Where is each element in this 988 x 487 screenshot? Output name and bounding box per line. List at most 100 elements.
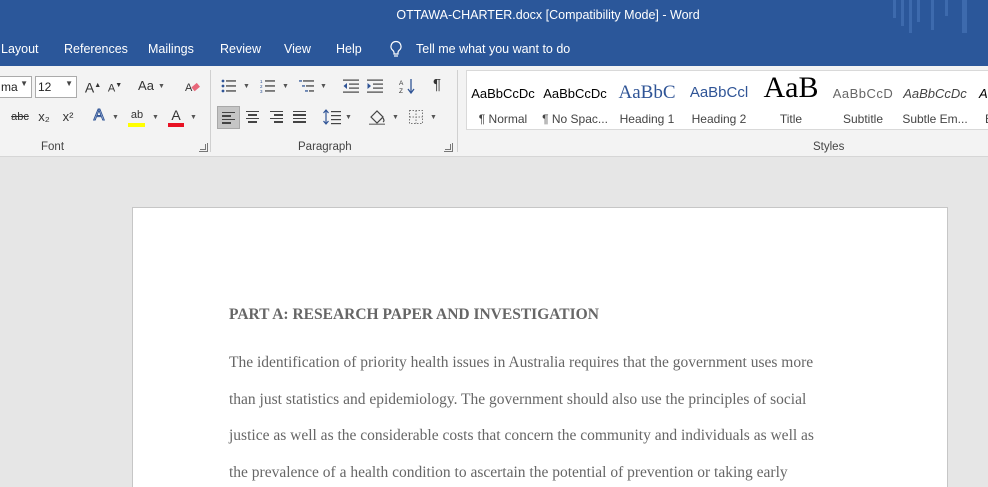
style-sample: AaBbC bbox=[618, 82, 676, 103]
eraser-icon: A bbox=[185, 82, 200, 94]
superscript-button[interactable]: x² bbox=[58, 107, 78, 129]
styles-gallery: AaBbCcDc ¶ Normal AaBbCcDc ¶ No Spac... … bbox=[466, 70, 988, 130]
highlighter-icon: ab bbox=[130, 109, 144, 121]
paragraph-line: the prevalence of a health condition to … bbox=[229, 464, 788, 482]
document-page[interactable]: PART A: RESEARCH PAPER AND INVESTIGATION… bbox=[132, 207, 948, 487]
chevron-down-icon: ▼ bbox=[392, 114, 399, 121]
style-name: Heading 1 bbox=[619, 112, 675, 126]
svg-text:A: A bbox=[399, 80, 404, 87]
font-dialog-launcher[interactable] bbox=[199, 143, 208, 152]
pilcrow-icon: ¶ bbox=[432, 76, 442, 93]
titlebar-decoration bbox=[962, 0, 967, 33]
borders-button[interactable] bbox=[406, 106, 426, 128]
sort-icon: AZ bbox=[399, 79, 415, 95]
style-sample: A bbox=[979, 86, 988, 101]
window-title: OTTAWA-CHARTER.docx [Compatibility Mode]… bbox=[396, 8, 700, 22]
style-sample: AaBbCcDc bbox=[471, 86, 535, 101]
style-name: ¶ Normal bbox=[478, 112, 528, 126]
text-effects-button[interactable]: A bbox=[89, 106, 109, 128]
clear-formatting-button[interactable]: A bbox=[182, 76, 202, 98]
font-name-value: ma bbox=[1, 80, 18, 94]
group-separator bbox=[210, 70, 211, 152]
decrease-indent-button[interactable] bbox=[342, 75, 360, 97]
align-right-button[interactable] bbox=[270, 111, 283, 123]
tab-references[interactable]: References bbox=[64, 42, 128, 56]
bullets-button[interactable] bbox=[220, 75, 238, 97]
svg-text:Z: Z bbox=[399, 88, 403, 94]
multilevel-list-button[interactable] bbox=[298, 75, 316, 97]
style-subtitle[interactable]: AaBbCcD Subtitle bbox=[827, 71, 899, 129]
chevron-down-icon: ▼ bbox=[430, 114, 437, 121]
chevron-down-icon: ▼ bbox=[158, 83, 165, 90]
svg-text:A: A bbox=[185, 82, 193, 94]
document-paragraph: The identification of priority health is… bbox=[229, 345, 849, 487]
style-sample: AaB bbox=[763, 71, 819, 104]
numbering-icon: 123 bbox=[260, 79, 275, 94]
style-emphasis[interactable]: A E bbox=[971, 71, 988, 129]
paragraph-group-label: Paragraph bbox=[298, 141, 352, 153]
font-group-label: Font bbox=[41, 141, 65, 153]
style-no-spacing[interactable]: AaBbCcDc ¶ No Spac... bbox=[539, 71, 611, 129]
tab-view[interactable]: View bbox=[284, 42, 311, 56]
tell-me-search[interactable]: Tell me what you want to do bbox=[416, 42, 570, 56]
titlebar-decoration bbox=[909, 0, 912, 33]
tab-review[interactable]: Review bbox=[220, 42, 261, 56]
justify-button[interactable] bbox=[293, 111, 306, 123]
tab-mailings[interactable]: Mailings bbox=[148, 42, 194, 56]
subscript-button[interactable]: x₂ bbox=[34, 107, 54, 129]
titlebar-decoration bbox=[917, 0, 920, 22]
decrease-indent-icon bbox=[343, 79, 359, 93]
styles-group-label: Styles bbox=[813, 141, 845, 153]
ribbon-tabs: Layout References Mailings Review View H… bbox=[0, 33, 988, 66]
style-sample: AaBbCcDc bbox=[543, 86, 607, 101]
titlebar-decoration bbox=[901, 0, 904, 26]
chevron-down-icon: ▼ bbox=[190, 114, 197, 121]
style-title[interactable]: AaB Title bbox=[755, 71, 827, 129]
subscript-icon: x₂ bbox=[38, 109, 50, 124]
group-separator bbox=[457, 70, 458, 152]
document-heading: PART A: RESEARCH PAPER AND INVESTIGATION bbox=[229, 306, 599, 323]
chevron-down-icon: ▼ bbox=[243, 83, 250, 90]
tab-help[interactable]: Help bbox=[336, 42, 362, 56]
align-left-button[interactable] bbox=[217, 106, 240, 129]
shrink-font-button[interactable]: A▼ bbox=[106, 76, 124, 98]
chevron-down-icon: ▼ bbox=[152, 114, 159, 121]
font-size-value: 12 bbox=[38, 80, 52, 94]
strikethrough-button[interactable]: abc bbox=[9, 107, 31, 129]
font-size-combo[interactable]: 12 ▼ bbox=[35, 76, 77, 98]
font-color-button[interactable]: A bbox=[166, 105, 186, 127]
sort-button[interactable]: AZ bbox=[398, 75, 416, 97]
font-name-combo[interactable]: ma ▼ bbox=[0, 76, 32, 98]
style-heading-1[interactable]: AaBbC Heading 1 bbox=[611, 71, 683, 129]
change-case-icon: Aa bbox=[138, 78, 154, 93]
font-color-bar bbox=[168, 123, 184, 127]
titlebar-decoration bbox=[931, 0, 934, 30]
style-heading-2[interactable]: AaBbCcl Heading 2 bbox=[683, 71, 755, 129]
line-spacing-button[interactable] bbox=[322, 106, 342, 128]
grow-font-button[interactable]: A▲ bbox=[84, 76, 102, 98]
tab-layout[interactable]: Layout bbox=[1, 42, 39, 56]
chevron-down-icon: ▼ bbox=[65, 79, 73, 88]
svg-text:3: 3 bbox=[260, 89, 263, 93]
bullets-icon bbox=[221, 79, 236, 93]
align-center-button[interactable] bbox=[246, 111, 259, 123]
style-name: ¶ No Spac... bbox=[542, 112, 608, 126]
ribbon: ma ▼ 12 ▼ A▲ A▼ Aa ▼ A abc x₂ x² A ▼ ab … bbox=[0, 66, 988, 157]
style-name: Heading 2 bbox=[691, 112, 747, 126]
style-name: Subtitle bbox=[842, 112, 884, 126]
numbering-button[interactable]: 123 bbox=[259, 75, 277, 97]
show-formatting-button[interactable]: ¶ bbox=[428, 75, 446, 97]
paragraph-line: justice as well as the considerable cost… bbox=[229, 427, 814, 445]
superscript-icon: x² bbox=[62, 109, 74, 124]
change-case-button[interactable]: Aa bbox=[136, 76, 156, 98]
paragraph-dialog-launcher[interactable] bbox=[444, 143, 453, 152]
increase-indent-icon bbox=[367, 79, 383, 93]
highlight-button[interactable]: ab bbox=[126, 105, 148, 127]
style-subtle-emphasis[interactable]: AaBbCcDc Subtle Em... bbox=[899, 71, 971, 129]
titlebar-decoration bbox=[893, 0, 896, 18]
shading-button[interactable] bbox=[367, 106, 387, 128]
increase-indent-button[interactable] bbox=[366, 75, 384, 97]
borders-icon bbox=[409, 110, 423, 124]
style-normal[interactable]: AaBbCcDc ¶ Normal bbox=[467, 71, 539, 129]
paint-bucket-icon bbox=[369, 110, 385, 125]
